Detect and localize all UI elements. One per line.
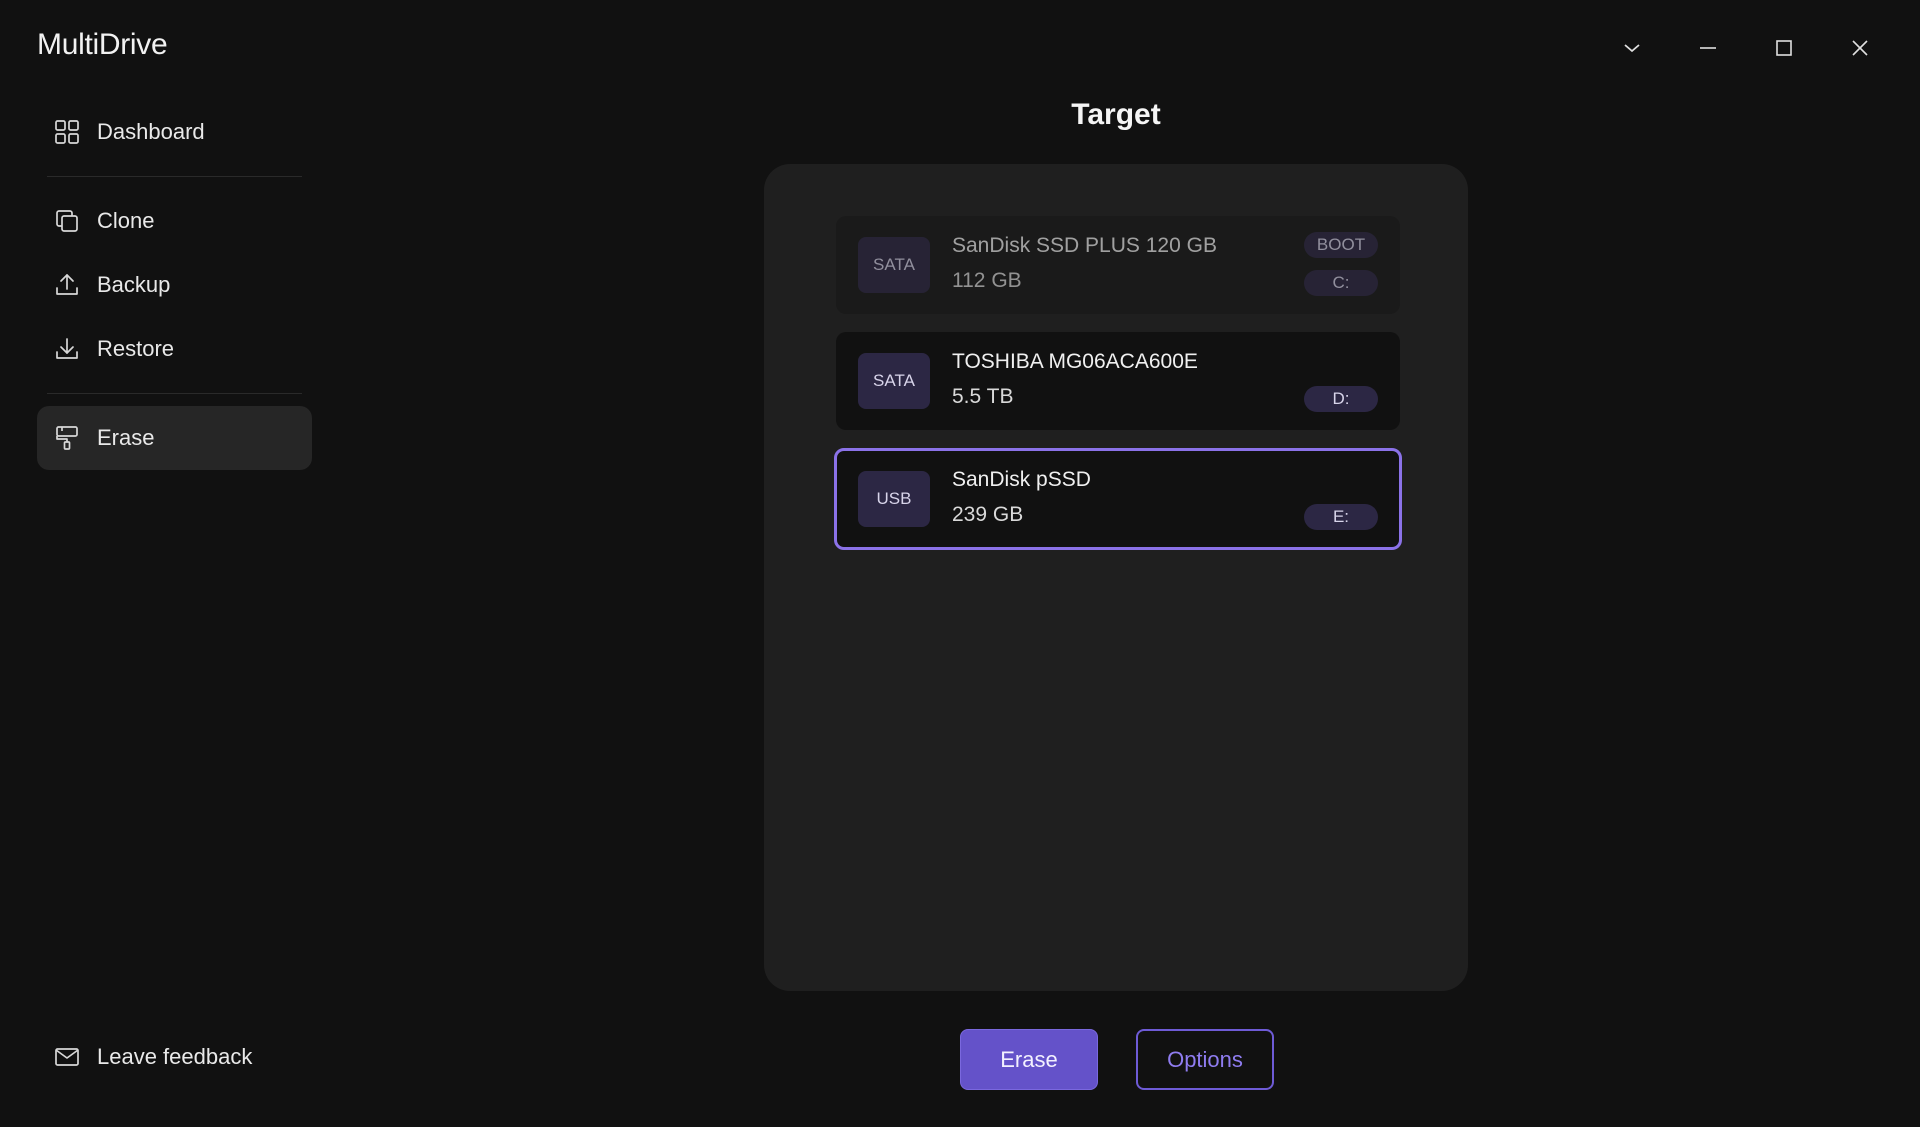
sidebar-item-label: Backup (97, 272, 171, 297)
sidebar-item-label: Erase (97, 425, 155, 450)
drive-size: 112 GB (952, 269, 1022, 292)
sidebar-item-backup[interactable]: Backup (37, 253, 312, 317)
maximize-icon (1776, 40, 1792, 56)
drive-size: 5.5 TB (952, 385, 1014, 408)
sidebar-item-dashboard[interactable]: Dashboard (37, 100, 312, 164)
window-controls (1594, 28, 1898, 68)
action-bar: Erase Options (960, 1029, 1274, 1090)
sidebar: Dashboard Clone Backup Restore Erase (37, 100, 312, 470)
target-drive-panel: SATA SanDisk SSD PLUS 120 GB 112 GB BOOT… (764, 164, 1468, 991)
copy-icon (53, 207, 81, 235)
drive-card-toshiba[interactable]: SATA TOSHIBA MG06ACA600E 5.5 TB D: (836, 332, 1400, 430)
drive-size: 239 GB (952, 503, 1024, 526)
drive-letter-badge: E: (1304, 504, 1378, 530)
drive-letter-badge: C: (1304, 270, 1378, 296)
feedback-label: Leave feedback (97, 1044, 253, 1069)
leave-feedback-link[interactable]: Leave feedback (37, 1025, 312, 1089)
minimize-button[interactable] (1670, 28, 1746, 68)
chevron-down-icon (1624, 44, 1640, 53)
drive-name: SanDisk pSSD (952, 468, 1091, 491)
sidebar-item-label: Restore (97, 336, 175, 361)
sidebar-item-clone[interactable]: Clone (37, 189, 312, 253)
nav-divider (47, 176, 302, 177)
mail-icon (53, 1043, 81, 1071)
paint-roller-icon (53, 424, 81, 452)
sidebar-item-label: Clone (97, 208, 155, 233)
nav-divider (47, 393, 302, 394)
close-icon (1852, 40, 1868, 56)
download-icon (53, 335, 81, 363)
drive-list: SATA SanDisk SSD PLUS 120 GB 112 GB BOOT… (834, 216, 1402, 568)
page-title: Target (1071, 98, 1161, 131)
sidebar-item-restore[interactable]: Restore (37, 317, 312, 381)
upload-icon (53, 271, 81, 299)
drive-card-sandisk-pssd[interactable]: USB SanDisk pSSD 239 GB E: (834, 448, 1402, 550)
drive-card-sandisk-ssd-plus[interactable]: SATA SanDisk SSD PLUS 120 GB 112 GB BOOT… (836, 216, 1400, 314)
erase-button[interactable]: Erase (960, 1029, 1098, 1090)
sidebar-item-label: Dashboard (97, 119, 205, 144)
app-title: MultiDrive (37, 28, 168, 61)
boot-badge: BOOT (1304, 232, 1378, 258)
drive-name: TOSHIBA MG06ACA600E (952, 350, 1198, 373)
app-window: MultiDrive Dashboard Clone Backup Restor… (0, 0, 1920, 1127)
interface-badge: SATA (858, 353, 930, 409)
drive-name: SanDisk SSD PLUS 120 GB (952, 234, 1217, 257)
minimize-icon (1700, 47, 1716, 49)
drive-letter-badge: D: (1304, 386, 1378, 412)
options-button[interactable]: Options (1136, 1029, 1274, 1090)
interface-badge: USB (858, 471, 930, 527)
maximize-button[interactable] (1746, 28, 1822, 68)
grid-icon (53, 118, 81, 146)
close-button[interactable] (1822, 28, 1898, 68)
interface-badge: SATA (858, 237, 930, 293)
dropdown-button[interactable] (1594, 28, 1670, 68)
sidebar-item-erase[interactable]: Erase (37, 406, 312, 470)
